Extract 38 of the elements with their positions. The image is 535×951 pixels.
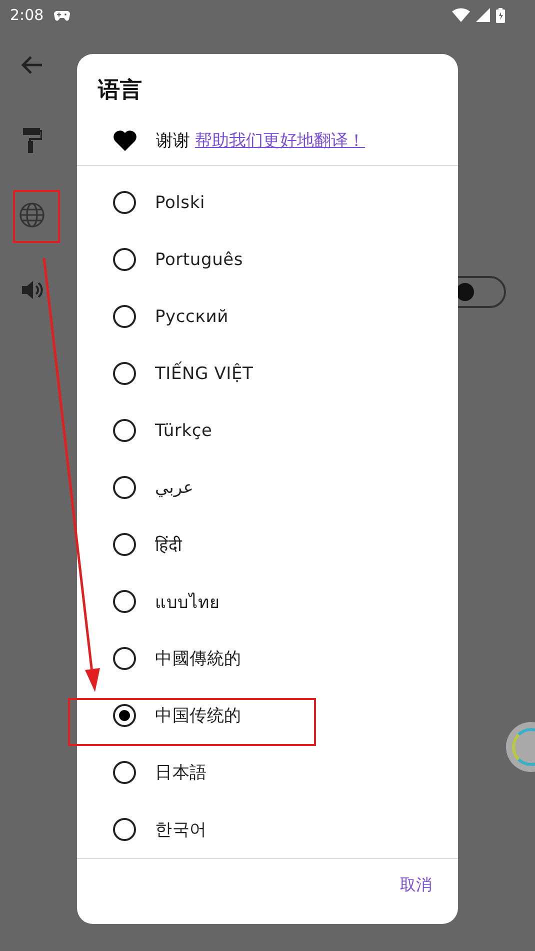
option-label: Polski: [155, 192, 205, 212]
option-label: แบบไทย: [155, 592, 220, 615]
radio-button[interactable]: [113, 419, 136, 442]
option-label: Português: [155, 250, 244, 270]
radio-button[interactable]: [113, 533, 136, 556]
radio-button[interactable]: [113, 761, 136, 784]
option-label: 한국어: [155, 819, 207, 841]
thanks-text: 谢谢: [156, 130, 190, 152]
option-label: हिंदी: [155, 534, 182, 556]
back-arrow-icon[interactable]: [21, 55, 43, 75]
translate-link[interactable]: 帮助我们更好地翻译！: [195, 129, 365, 152]
radio-button[interactable]: [113, 818, 136, 841]
battery-icon: [496, 8, 505, 22]
signal-icon: [476, 8, 490, 22]
option-label: TIẾNG VIỆT: [155, 364, 254, 384]
radio-button[interactable]: [113, 704, 136, 727]
option-label: 中国传统的: [155, 705, 242, 727]
heart-icon: [113, 130, 137, 151]
option-label: Русский: [155, 306, 228, 326]
option-label: Türkçe: [155, 420, 212, 440]
dialog-title: 语言: [96, 76, 143, 105]
wifi-icon: [452, 8, 470, 22]
cancel-button[interactable]: 取消: [392, 871, 440, 900]
highlight-box: [13, 190, 60, 243]
radio-button[interactable]: [113, 305, 136, 328]
radio-button[interactable]: [113, 362, 136, 385]
radio-button[interactable]: [113, 647, 136, 670]
option-label: عربي: [155, 478, 194, 498]
status-time: 2:08: [10, 6, 44, 24]
radio-button[interactable]: [113, 476, 136, 499]
radio-button[interactable]: [113, 191, 136, 214]
radio-button[interactable]: [113, 248, 136, 271]
radio-button[interactable]: [113, 590, 136, 613]
option-label: 中國傳統的: [155, 648, 242, 670]
option-label: 日本語: [155, 762, 207, 784]
speaker-icon[interactable]: [20, 278, 44, 302]
paint-roller-icon[interactable]: [22, 127, 42, 153]
gamepad-icon: [54, 10, 70, 20]
